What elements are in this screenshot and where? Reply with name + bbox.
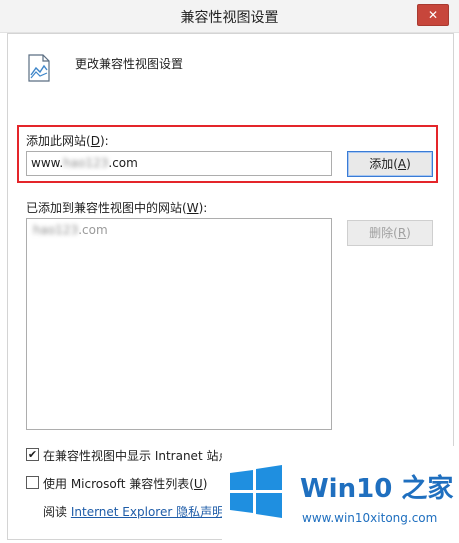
privacy-link[interactable]: Internet Explorer 隐私声明 [71,505,224,519]
header-text: 更改兼容性视图设置 [75,57,184,71]
windows-logo-icon [230,465,282,518]
mslist-checkbox[interactable] [26,476,39,489]
window-title: 兼容性视图设置 [180,10,279,26]
intranet-label[interactable]: 在兼容性视图中显示 Intranet 站点(I) [43,447,243,464]
checkmark-icon: ✔ [27,448,38,461]
list-item[interactable]: hao123.com [33,223,325,237]
page-compat-icon [28,54,50,82]
blurred-text: hao123 [33,223,79,237]
add-site-label: 添加此网站(D): [26,134,109,148]
watermark: Win10 之家 www.win10xitong.com [222,446,459,543]
watermark-url: www.win10xitong.com [302,511,438,525]
title-bar: 兼容性视图设置 ✕ [0,0,459,33]
watermark-title: Win10 之家 [300,474,454,504]
blurred-text: hao123 [63,156,109,170]
intranet-checkbox[interactable]: ✔ [26,448,39,461]
mslist-label[interactable]: 使用 Microsoft 兼容性列表(U) [43,475,207,492]
close-icon: ✕ [427,8,439,22]
add-site-input[interactable]: www.hao123.com [26,151,332,176]
remove-button[interactable]: 删除(R) [347,220,433,246]
add-button[interactable]: 添加(A) [347,151,433,177]
added-sites-label: 已添加到兼容性视图中的网站(W): [26,201,208,215]
privacy-footer: 阅读 Internet Explorer 隐私声明 [43,505,225,519]
added-sites-list[interactable]: hao123.com [26,218,332,430]
close-button[interactable]: ✕ [417,4,449,26]
